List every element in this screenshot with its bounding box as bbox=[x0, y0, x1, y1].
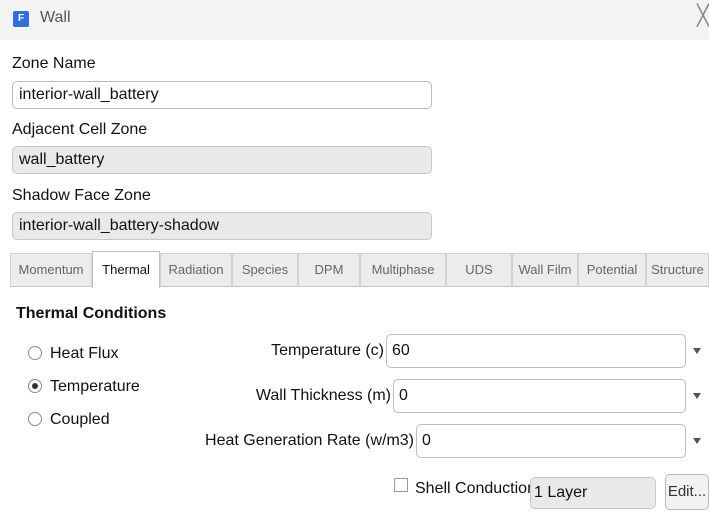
chevron-down-icon[interactable] bbox=[693, 393, 701, 399]
adjacent-cell-zone-label: Adjacent Cell Zone bbox=[12, 121, 148, 138]
edit-button[interactable]: Edit... bbox=[665, 474, 709, 510]
thermal-conditions-title: Thermal Conditions bbox=[16, 305, 167, 322]
tab-species[interactable]: Species bbox=[232, 253, 298, 286]
chevron-down-icon[interactable] bbox=[693, 348, 701, 354]
zone-name-label: Zone Name bbox=[12, 55, 96, 72]
temperature-param-label: Temperature (c) bbox=[271, 342, 384, 359]
close-icon[interactable]: ╳ bbox=[697, 6, 709, 26]
tab-wall-film[interactable]: Wall Film bbox=[512, 253, 578, 286]
tab-structure[interactable]: Structure bbox=[646, 253, 709, 286]
shell-conduction-checkbox[interactable] bbox=[394, 478, 408, 492]
coupled-radio[interactable] bbox=[28, 412, 42, 426]
shadow-face-zone-field: interior-wall_battery-shadow bbox=[12, 212, 432, 240]
title-bar: F Wall ╳ bbox=[0, 0, 709, 40]
tab-radiation[interactable]: Radiation bbox=[160, 253, 232, 286]
tab-potential[interactable]: Potential bbox=[578, 253, 646, 286]
zone-name-input[interactable]: interior-wall_battery bbox=[12, 81, 432, 109]
tab-dpm[interactable]: DPM bbox=[298, 253, 360, 286]
tab-bar: Momentum Thermal Radiation Species DPM M… bbox=[10, 251, 709, 288]
tab-uds[interactable]: UDS bbox=[446, 253, 512, 286]
shadow-face-zone-label: Shadow Face Zone bbox=[12, 187, 151, 204]
heat-generation-rate-input[interactable]: 0 bbox=[416, 424, 686, 458]
temperature-label[interactable]: Temperature bbox=[50, 378, 140, 396]
heat-generation-rate-label: Heat Generation Rate (w/m3) bbox=[205, 432, 414, 449]
wall-thickness-label: Wall Thickness (m) bbox=[255, 387, 391, 404]
heat-flux-radio[interactable] bbox=[28, 346, 42, 360]
temperature-radio[interactable] bbox=[28, 379, 42, 393]
coupled-label[interactable]: Coupled bbox=[50, 411, 110, 429]
shell-conduction-label[interactable]: Shell Conduction bbox=[415, 480, 536, 498]
layers-field: 1 Layer bbox=[530, 477, 656, 509]
chevron-down-icon[interactable] bbox=[693, 438, 701, 444]
adjacent-cell-zone-field: wall_battery bbox=[12, 146, 432, 174]
wall-thickness-input[interactable]: 0 bbox=[393, 379, 686, 413]
temperature-input[interactable]: 60 bbox=[386, 334, 686, 368]
tab-multiphase[interactable]: Multiphase bbox=[360, 253, 446, 286]
tab-momentum[interactable]: Momentum bbox=[10, 253, 92, 286]
tab-thermal[interactable]: Thermal bbox=[92, 251, 160, 288]
heat-flux-label[interactable]: Heat Flux bbox=[50, 345, 118, 363]
window-title: Wall bbox=[40, 9, 71, 26]
app-icon: F bbox=[13, 11, 29, 27]
